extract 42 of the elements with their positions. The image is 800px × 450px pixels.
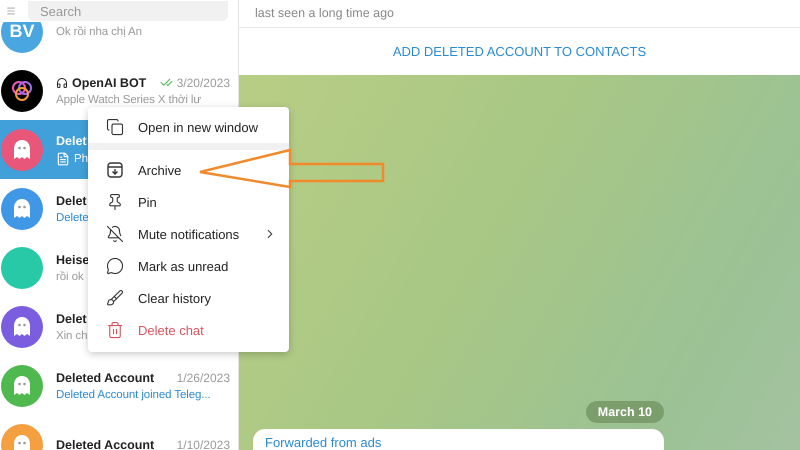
chat-title: Delet [56, 134, 87, 148]
chat-preview: Ok rồi nha chị An [56, 26, 142, 38]
menu-item-icon [106, 193, 124, 211]
menu-item[interactable]: Pin [88, 186, 289, 218]
menu-item[interactable]: Delete chat [88, 314, 289, 346]
chat-title: Delet [56, 312, 87, 326]
chat-title: Deleted Account [56, 370, 154, 384]
ghost-icon [12, 374, 32, 396]
search-field[interactable]: Search [28, 1, 228, 21]
menu-item-icon [106, 225, 124, 243]
menu-item-icon [106, 289, 124, 307]
add-to-contacts-button[interactable]: ADD DELETED ACCOUNT TO CONTACTS [384, 40, 654, 63]
date-pill: March 10 [586, 401, 664, 423]
chat-preview: rồi ok [56, 270, 84, 282]
ghost-icon [12, 434, 32, 450]
chat-date: 3/20/2023 [176, 76, 230, 90]
menu-item-icon [106, 161, 124, 179]
chat-preview: Apple Watch Series X thời lư [56, 94, 201, 106]
menu-item[interactable]: Clear history [88, 282, 289, 314]
chat-preview: Deleted Account joined Teleg... [56, 388, 211, 400]
menu-item[interactable]: Mark as unread [88, 250, 289, 282]
menu-item-icon [106, 321, 124, 339]
avatar: BV [1, 22, 43, 52]
chat-title: OpenAI BOT [72, 76, 146, 90]
menu-item[interactable]: Archive [88, 154, 289, 186]
chat-preview: Delete [56, 212, 89, 224]
chat-title: Deleted Account [56, 438, 154, 450]
forwarded-label: Forwarded from ads [265, 435, 382, 450]
menu-item-icon [106, 118, 124, 136]
ghost-icon [12, 198, 32, 220]
menu-item-icon [106, 257, 124, 275]
menu-item[interactable]: Mute notifications [88, 218, 289, 250]
chat-title: Heise [56, 252, 90, 266]
ghost-icon [12, 138, 32, 160]
ghost-icon [12, 316, 32, 338]
chat-date: 1/10/2023 [176, 438, 230, 450]
last-seen-status: last seen a long time ago [255, 6, 394, 20]
chat-title: Delet [56, 194, 87, 208]
chat-date: 1/26/2023 [176, 370, 230, 384]
chat-preview: Xin ch [56, 330, 88, 342]
document-icon [56, 152, 70, 166]
chat-preview: Ph [74, 152, 88, 164]
